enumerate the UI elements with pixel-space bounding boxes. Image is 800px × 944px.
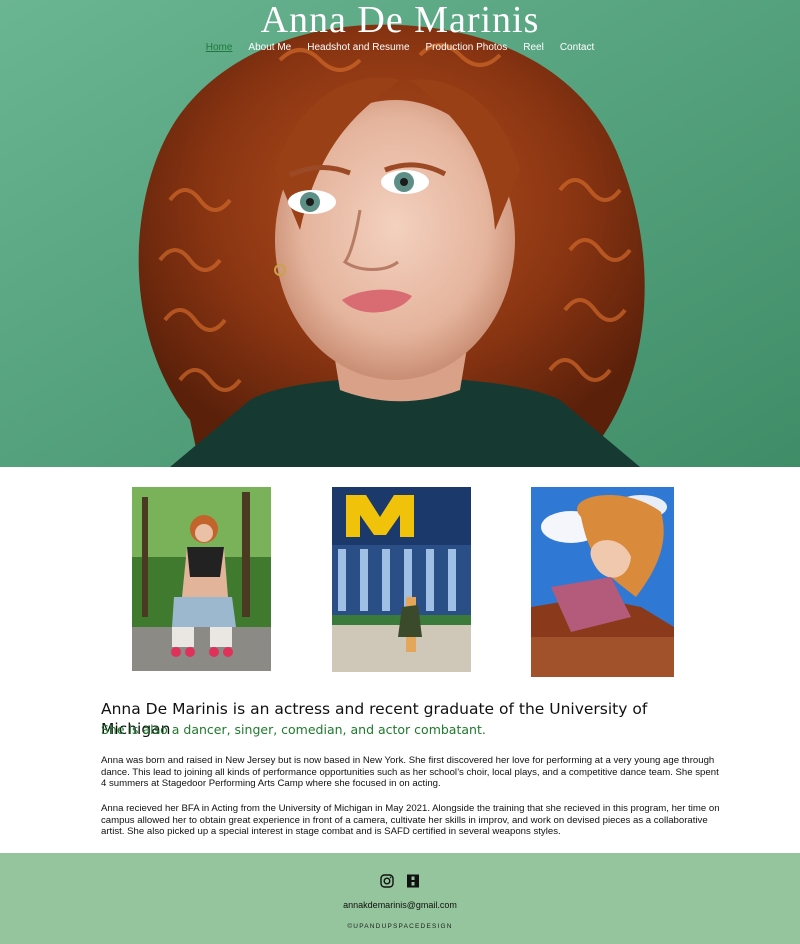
site-title[interactable]: Anna De Marinis	[0, 0, 800, 40]
nav-item-reel[interactable]: Reel	[515, 41, 552, 55]
nav-item-contact[interactable]: Contact	[552, 41, 602, 55]
backstage-icon[interactable]	[406, 874, 420, 888]
nav-item-production-photos[interactable]: Production Photos	[418, 41, 516, 55]
hero-headshot-photo	[0, 0, 800, 467]
site-footer: annakdemarinis@gmail.com ©UPANDUPSPACEDE…	[0, 853, 800, 944]
gallery-photo-roller-skates[interactable]	[132, 487, 271, 671]
nav-item-headshot-resume[interactable]: Headshot and Resume	[299, 41, 417, 55]
hero-section: Anna De Marinis Home About Me Headshot a…	[0, 0, 800, 467]
gallery-photo-windblown-hair[interactable]	[531, 487, 674, 677]
intro-subhead: She is also a dancer, singer, comedian, …	[101, 722, 486, 737]
footer-email-link[interactable]: annakdemarinis@gmail.com	[0, 900, 800, 910]
bio-paragraph-1: Anna was born and raised in New Jersey b…	[101, 755, 719, 789]
nav-item-about-me[interactable]: About Me	[240, 41, 299, 55]
instagram-icon[interactable]	[380, 874, 394, 888]
social-links	[0, 874, 800, 888]
footer-credit[interactable]: ©UPANDUPSPACEDESIGN	[0, 923, 800, 930]
gallery-photo-michigan-stadium[interactable]	[332, 487, 471, 672]
nav-item-home[interactable]: Home	[198, 41, 241, 55]
bio-paragraph-2: Anna recieved her BFA in Acting from the…	[101, 803, 720, 837]
main-nav: Home About Me Headshot and Resume Produc…	[0, 41, 800, 55]
